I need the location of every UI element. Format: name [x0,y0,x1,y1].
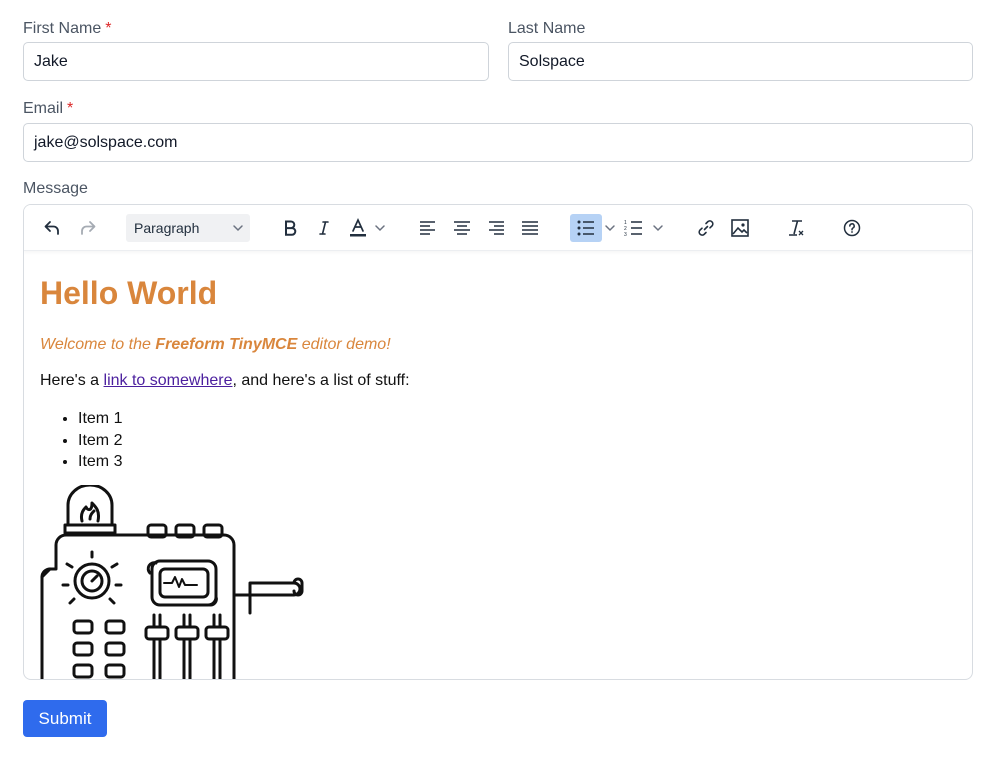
bold-icon[interactable] [276,214,304,242]
content-list: Item 1 Item 2 Item 3 [40,408,122,473]
email-input[interactable]: jake@solspace.com [23,123,973,162]
italic-icon[interactable] [310,214,338,242]
content-link[interactable]: link to somewhere [104,372,233,389]
align-left-icon[interactable] [414,214,442,242]
numbered-list-icon[interactable]: 123 [622,214,646,242]
content-intro: Welcome to the Freeform TinyMCE editor d… [40,336,391,353]
first-name-label: First Name * [23,20,112,37]
required-marker: * [67,100,74,117]
justify-icon[interactable] [516,214,544,242]
align-right-icon[interactable] [482,214,510,242]
list-item: Item 2 [78,430,122,452]
undo-icon[interactable] [38,214,66,242]
link-icon[interactable] [692,214,720,242]
editor-toolbar: Paragraph 1 2 3 [24,205,972,251]
align-center-icon[interactable] [448,214,476,242]
chevron-down-icon[interactable] [650,214,666,242]
chevron-down-icon[interactable] [602,214,618,242]
rich-text-editor[interactable]: Paragraph 1 2 3 Hello World Welcome to t… [23,204,973,680]
redo-icon[interactable] [74,214,102,242]
list-item: Item 1 [78,408,122,430]
block-format-select[interactable]: Paragraph [126,214,250,242]
list-item: Item 3 [78,451,122,473]
first-name-input[interactable]: Jake [23,42,489,81]
content-heading: Hello World [40,275,218,311]
submit-button[interactable]: Submit [23,700,107,737]
required-marker: * [105,20,112,37]
block-format-value: Paragraph [134,220,200,236]
svg-text:3: 3 [624,232,627,237]
message-label: Message [23,180,88,197]
help-icon[interactable] [838,214,866,242]
last-name-label: Last Name [508,20,586,37]
intro-bold-text: Freeform TinyMCE [155,336,298,353]
text-color-icon[interactable] [344,214,372,242]
chevron-down-icon[interactable] [372,214,388,242]
content-paragraph: Here's a link to somewhere, and here's a… [40,372,410,389]
email-label: Email * [23,100,74,117]
clear-formatting-icon[interactable] [782,214,810,242]
image-icon[interactable] [726,214,754,242]
bullet-list-icon[interactable] [570,214,602,242]
last-name-input[interactable]: Solspace [508,42,973,81]
robot-illustration [38,483,318,679]
chevron-down-icon [232,214,244,251]
